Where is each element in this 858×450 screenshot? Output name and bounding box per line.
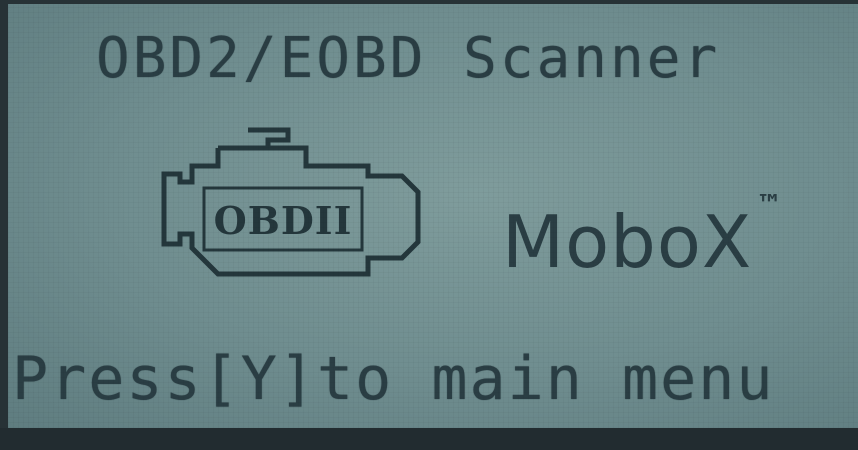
check-engine-icon: OBDII: [161, 127, 421, 277]
lcd-screen: OBD2/EOBD Scanner OBDII MoboX ™ Press[Y]…: [8, 4, 858, 428]
device-frame-bottom: [0, 428, 858, 450]
main-menu-prompt: Press[Y]to main menu: [12, 344, 775, 414]
brand-name: MoboX: [502, 200, 753, 284]
screen-title: OBD2/EOBD Scanner: [96, 26, 721, 91]
trademark-mark: ™: [756, 190, 782, 220]
engine-icon-label: OBDII: [214, 198, 353, 243]
